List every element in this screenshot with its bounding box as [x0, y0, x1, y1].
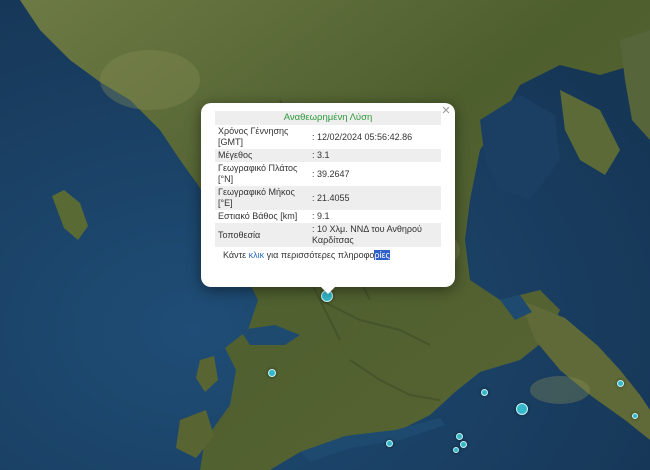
table-row: Εστιακό Βάθος [km] : 9.1: [215, 210, 441, 223]
table-row: Γεωγραφικό Πλάτος [°N] : 39.2647: [215, 162, 441, 186]
more-prefix: Κάντε: [223, 250, 249, 260]
earthquake-marker[interactable]: [456, 433, 463, 440]
popup-title: Αναθεωρημένη Λύση: [215, 111, 441, 125]
row-label: Γεωγραφικό Πλάτος [°N]: [218, 163, 298, 184]
row-value: : 21.4055: [309, 186, 441, 210]
row-label: Γεωγραφικό Μήκος [°E]: [215, 186, 309, 210]
table-row: Τοποθεσία : 10 Χλμ. ΝΝΔ του Ανθηρού Καρδ…: [215, 223, 441, 247]
more-middle: για περισσότερες πληροφο: [264, 250, 375, 260]
popup-content: Αναθεωρημένη Λύση Χρόνος Γέννησης [GMT] …: [215, 111, 441, 260]
more-info-text: Κάντε κλικ για περισσότερες πληροφορίες: [215, 250, 441, 260]
earthquake-marker[interactable]: [453, 447, 459, 453]
earthquake-marker[interactable]: [617, 380, 624, 387]
row-label: Χρόνος Γέννησης [GMT]: [218, 126, 289, 147]
table-row: Χρόνος Γέννησης [GMT] : 12/02/2024 05:56…: [215, 125, 441, 149]
selected-text: ρίες: [374, 250, 390, 260]
earthquake-marker[interactable]: [386, 440, 393, 447]
earthquake-marker[interactable]: [481, 389, 488, 396]
row-value: : 10 Χλμ. ΝΝΔ του Ανθηρού Καρδίτσας: [309, 223, 441, 247]
row-value: : 39.2647: [312, 168, 350, 179]
table-row: Γεωγραφικό Μήκος [°E] : 21.4055: [215, 186, 441, 210]
earthquake-marker[interactable]: [460, 441, 467, 448]
earthquake-details-table: Χρόνος Γέννησης [GMT] : 12/02/2024 05:56…: [215, 125, 441, 247]
close-icon[interactable]: ×: [439, 103, 453, 118]
row-value: : 3.1: [309, 149, 441, 162]
table-row: Μέγεθος : 3.1: [215, 149, 441, 162]
row-value: : 9.1: [312, 211, 330, 221]
row-label: Εστιακό Βάθος [km]: [218, 211, 298, 221]
earthquake-marker[interactable]: [268, 369, 276, 377]
popup-tip: [318, 284, 338, 294]
earthquake-marker[interactable]: [516, 403, 528, 415]
row-value: : 12/02/2024 05:56:42.86: [312, 131, 413, 142]
more-info-link[interactable]: κλικ: [249, 250, 265, 260]
row-label: Τοποθεσία: [215, 223, 309, 247]
earthquake-marker[interactable]: [632, 413, 638, 419]
row-label: Μέγεθος: [215, 149, 309, 162]
